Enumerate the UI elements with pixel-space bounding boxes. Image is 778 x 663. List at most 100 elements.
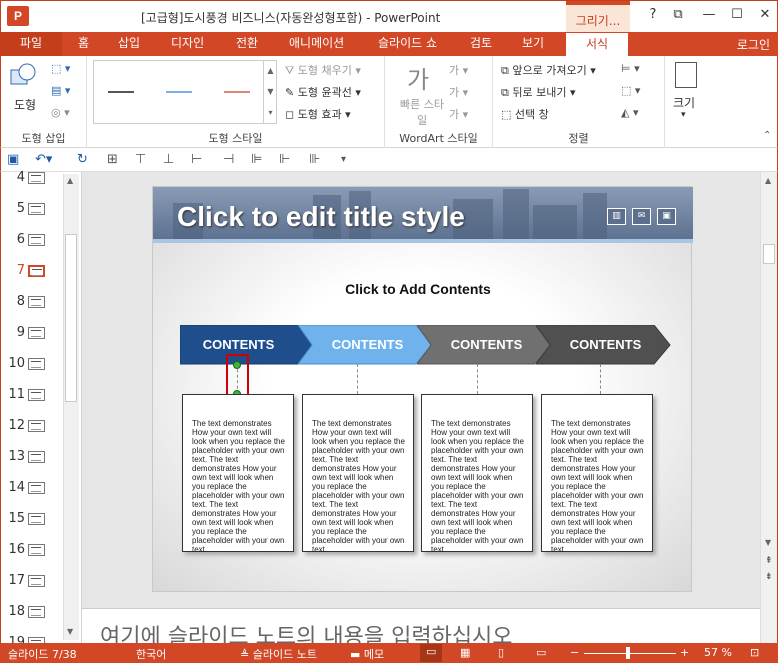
slide-thumbnail[interactable] <box>28 265 45 277</box>
save-icon[interactable]: ▣ <box>7 152 19 167</box>
fit-to-window-icon[interactable]: ⊡ <box>750 646 759 659</box>
tab-animations[interactable]: 애니메이션 <box>279 32 354 56</box>
notes-toggle[interactable]: ≜ 슬라이드 노트 <box>240 646 317 662</box>
content-card-3[interactable]: The text demonstrates How your own text … <box>421 394 533 554</box>
group-icon[interactable]: ⬚ ▾ <box>621 84 640 97</box>
briefcase-icon[interactable]: ▣ <box>657 208 676 225</box>
connector-line-4[interactable] <box>600 364 601 394</box>
gallery-scroll[interactable]: ▲ ▼ ▾ <box>263 60 277 124</box>
align-center-icon[interactable]: ⊢ <box>191 152 202 167</box>
zoom-in-icon[interactable]: + <box>680 646 689 659</box>
slide-thumbnail[interactable] <box>28 606 45 618</box>
context-tab-drawing-tools[interactable]: 그리기... <box>566 1 630 33</box>
tab-view[interactable]: 보기 <box>512 32 554 56</box>
size-button[interactable]: 크기 <box>673 94 695 111</box>
size-icon[interactable] <box>675 62 697 88</box>
connector-line-3[interactable] <box>477 364 478 394</box>
notes-pane[interactable]: 여기에 슬라이드 노트의 내용을 입력하십시오 <box>82 608 760 650</box>
align-left-icon[interactable]: ⊣ <box>223 152 234 167</box>
slide-counter[interactable]: 슬라이드 7/38 <box>8 646 77 662</box>
redo-icon[interactable]: ↻ <box>77 152 88 167</box>
slide-sorter-icon[interactable]: ▦ <box>460 646 470 659</box>
slide-thumbnail[interactable] <box>28 451 45 463</box>
zoom-slider[interactable] <box>584 653 676 654</box>
zoom-level[interactable]: 57 % <box>704 646 732 659</box>
tab-review[interactable]: 검토 <box>460 32 502 56</box>
quick-styles-button[interactable]: 빠른 스타일 <box>397 96 447 128</box>
collapse-ribbon-icon[interactable]: ⌃ <box>763 130 771 141</box>
editor-scroll-up-icon[interactable]: ▲ <box>765 176 771 185</box>
scroll-thumb[interactable] <box>65 234 77 402</box>
add-contents-heading[interactable]: Click to Add Contents <box>339 280 497 298</box>
content-card-2[interactable]: The text demonstrates How your own text … <box>302 394 414 554</box>
text-effects-icon[interactable]: 가 ▾ <box>449 106 468 122</box>
editor-scrollbar[interactable]: ▲ ▼ ⇞ ⇟ <box>760 172 778 643</box>
shapes-icon[interactable] <box>9 62 39 90</box>
tab-slideshow[interactable]: 슬라이드 쇼 <box>368 32 447 56</box>
ribbon-display-options-icon[interactable]: ⧉ <box>666 7 690 22</box>
slide-title[interactable]: Click to edit title style <box>177 201 465 233</box>
slide-thumbnail[interactable] <box>28 389 45 401</box>
text-box-icon[interactable]: ▤ ▾ <box>51 84 70 97</box>
style-swatch-red[interactable] <box>224 91 250 93</box>
minimize-button[interactable]: — <box>697 7 721 22</box>
shape-style-gallery[interactable] <box>93 60 277 124</box>
connector-line-2[interactable] <box>357 364 358 394</box>
size-dropdown-icon[interactable]: ▾ <box>681 110 686 120</box>
building-icon[interactable]: ▥ <box>607 208 626 225</box>
content-card-1[interactable]: The text demonstrates How your own text … <box>182 394 294 554</box>
reading-view-icon[interactable]: ▯ <box>498 646 504 659</box>
slide-thumbnail[interactable] <box>28 544 45 556</box>
shape-outline-button[interactable]: ✎ 도형 윤곽선 ▾ <box>285 84 361 100</box>
zoom-out-icon[interactable]: − <box>570 646 579 659</box>
style-swatch-blue[interactable] <box>166 91 192 93</box>
scroll-up-icon[interactable]: ▲ <box>67 176 73 185</box>
zoom-slider-thumb[interactable] <box>626 647 630 659</box>
selection-pane-button[interactable]: ⬚ 선택 창 <box>501 106 549 122</box>
slide-thumbnail[interactable] <box>28 234 45 246</box>
language-indicator[interactable]: 한국어 <box>136 646 166 662</box>
rotate-icon[interactable]: ◭ ▾ <box>621 106 638 119</box>
scroll-down-icon[interactable]: ▼ <box>67 627 73 636</box>
sign-in-link[interactable]: 로그인 <box>737 36 770 53</box>
slideshow-view-icon[interactable]: ▭ <box>536 646 546 659</box>
close-button[interactable]: ✕ <box>753 7 777 22</box>
slide-thumbnail[interactable] <box>28 513 45 525</box>
slide-thumbnail[interactable] <box>28 296 45 308</box>
align-icon[interactable]: ⊨ ▾ <box>621 62 640 75</box>
slide-thumbnail[interactable] <box>28 327 45 339</box>
text-outline-icon[interactable]: 가 ▾ <box>449 84 468 100</box>
distribute-horizontal-icon[interactable]: ⊪ <box>309 152 320 167</box>
editor-scroll-thumb[interactable] <box>763 244 775 264</box>
next-slide-icon[interactable]: ⇟ <box>765 572 773 582</box>
distribute-icon[interactable]: ⊫ <box>251 152 262 167</box>
slide-thumbnail[interactable] <box>28 203 45 215</box>
slide-canvas[interactable]: Click to edit title style ▥ ✉ ▣ Click to… <box>152 186 693 592</box>
contents-arrow-4[interactable]: CONTENTS <box>536 325 671 365</box>
shape-effects-button[interactable]: ◻ 도형 효과 ▾ <box>285 106 351 122</box>
edit-shape-icon[interactable]: ⬚ ▾ <box>51 62 70 75</box>
start-slideshow-icon[interactable]: ⊞ <box>107 152 118 167</box>
previous-slide-icon[interactable]: ⇞ <box>765 556 773 566</box>
help-button[interactable]: ? <box>641 7 665 22</box>
tab-insert[interactable]: 삽입 <box>108 32 150 56</box>
mail-icon[interactable]: ✉ <box>632 208 651 225</box>
tab-design[interactable]: 디자인 <box>161 32 214 56</box>
bring-forward-button[interactable]: ⧉ 앞으로 가져오기 ▾ <box>501 62 596 78</box>
tab-format[interactable]: 서식 <box>565 32 629 56</box>
text-fill-icon[interactable]: 가 ▾ <box>449 62 468 78</box>
powerpoint-app-icon[interactable]: P <box>7 6 29 26</box>
comments-toggle[interactable]: ▬ 메모 <box>350 646 384 662</box>
contents-arrow-2[interactable]: CONTENTS <box>298 325 433 365</box>
align-top-icon[interactable]: ⊤ <box>135 152 146 167</box>
quick-styles-icon[interactable]: 가 <box>407 60 429 95</box>
maximize-button[interactable]: ☐ <box>725 7 749 22</box>
slide-thumbnail[interactable] <box>28 575 45 587</box>
tab-file[interactable]: 파일 <box>0 32 62 56</box>
merge-shapes-icon[interactable]: ◎ ▾ <box>51 106 70 119</box>
content-card-4[interactable]: The text demonstrates How your own text … <box>541 394 653 554</box>
customize-qat-icon[interactable]: ▾ <box>341 154 346 165</box>
tab-home[interactable]: 홈 <box>68 32 99 56</box>
align-right-icon[interactable]: ⊩ <box>279 152 290 167</box>
align-middle-icon[interactable]: ⊥ <box>163 152 174 167</box>
